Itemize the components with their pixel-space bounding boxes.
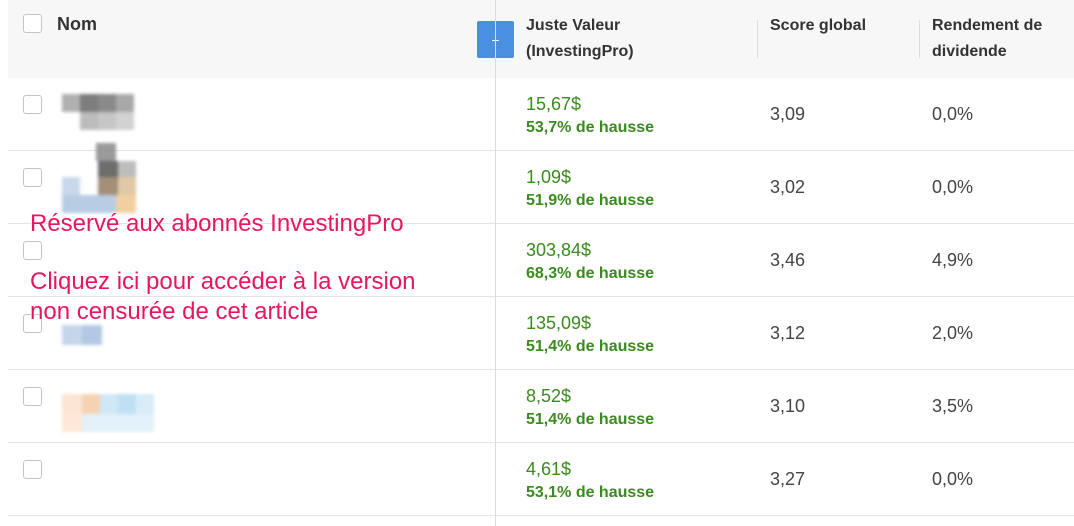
promo-subscribers-only[interactable]: Réservé aux abonnés InvestingPro [30,210,404,238]
overall-score: 3,12 [770,323,806,343]
dividend-yield: 0,0% [932,469,974,489]
upside-percent: 53,7% de hausse [526,119,655,136]
select-all-checkbox[interactable] [23,14,42,33]
header-divider [757,20,758,58]
censored-stock-name [46,372,186,438]
dividend-yield: 0,0% [932,104,974,124]
upside-percent: 51,4% de hausse [526,411,655,428]
fair-value-header-line1: Juste Valeur [526,17,621,34]
fair-value-price: 303,84$ [526,240,592,260]
dividend-yield: 3,5% [932,396,974,416]
dividend-yield: 4,9% [932,250,974,270]
column-header-dividend[interactable]: Rendement de dividende [932,13,1042,65]
row-checkbox[interactable] [23,241,42,260]
overall-score: 3,09 [770,104,806,124]
fair-value-price: 8,52$ [526,386,572,406]
overall-score: 3,27 [770,469,806,489]
dividend-yield: 0,0% [932,177,974,197]
overall-score: 3,46 [770,250,806,270]
row-checkbox[interactable] [23,168,42,187]
header-divider [919,20,920,58]
column-header-score[interactable]: Score global [770,13,866,39]
row-checkbox[interactable] [23,95,42,114]
overall-score: 3,02 [770,177,806,197]
table-header: Nom + Juste Valeur (InvestingPro) Score … [8,0,1074,78]
censored-stock-name [46,80,186,146]
upside-percent: 51,9% de hausse [526,192,655,209]
table-row[interactable]: 15,67$ 53,7% de hausse 3,09 0,0% [8,78,1074,151]
column-header-name[interactable]: Nom [57,14,97,35]
column-header-fair-value[interactable]: Juste Valeur (InvestingPro) [526,13,634,65]
dividend-header-line1: Rendement de [932,17,1043,34]
upside-percent: 53,1% de hausse [526,484,655,501]
fair-value-price: 15,67$ [526,94,582,114]
fair-value-price: 135,09$ [526,313,592,333]
row-checkbox[interactable] [23,387,42,406]
upside-percent: 51,4% de hausse [526,338,655,355]
dividend-yield: 2,0% [932,323,974,343]
row-checkbox[interactable] [23,460,42,479]
table-row[interactable]: 4,61$ 53,1% de hausse 3,27 0,0% [8,443,1074,516]
promo-unlock-link-line1[interactable]: Cliquez ici pour accéder à la version [30,268,416,296]
column-divider [495,0,496,526]
dividend-header-line2: dividende [932,43,1007,60]
overall-score: 3,10 [770,396,806,416]
fair-value-price: 4,61$ [526,459,572,479]
fair-value-header-line2: (InvestingPro) [526,43,634,60]
fair-value-price: 1,09$ [526,167,572,187]
promo-unlock-link-line2[interactable]: non censurée de cet article [30,298,318,326]
upside-percent: 68,3% de hausse [526,265,655,282]
table-row[interactable]: 8,52$ 51,4% de hausse 3,10 3,5% [8,370,1074,443]
stock-table: Nom + Juste Valeur (InvestingPro) Score … [8,0,1074,526]
